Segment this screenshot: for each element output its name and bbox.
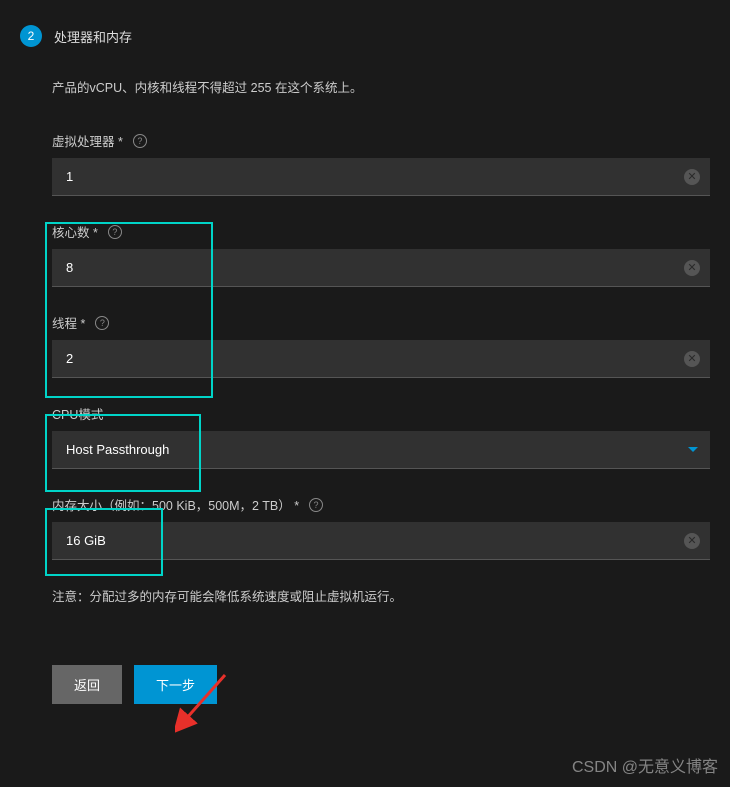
cpu-mode-label: CPU模式 (52, 404, 103, 423)
clear-icon[interactable]: ✕ (684, 533, 700, 549)
step-number-badge: 2 (20, 25, 42, 47)
note-text: 注意：分配过多的内存可能会降低系统速度或阻止虚拟机运行。 (52, 586, 710, 605)
field-memory: 内存大小（例如：500 KiB，500M，2 TB） * ? ✕ (52, 495, 710, 560)
back-button[interactable]: 返回 (52, 665, 122, 704)
clear-icon[interactable]: ✕ (684, 260, 700, 276)
next-button[interactable]: 下一步 (134, 665, 217, 704)
step-header: 2 处理器和内存 (0, 0, 730, 47)
field-cores: 核心数 * ? ✕ (52, 222, 710, 287)
field-vcpu: 虚拟处理器 * ? ✕ (52, 131, 710, 196)
help-icon[interactable]: ? (309, 498, 323, 512)
help-icon[interactable]: ? (95, 316, 109, 330)
watermark-text: CSDN @无意义博客 (572, 753, 718, 777)
step-title: 处理器和内存 (54, 27, 132, 46)
field-cpu-mode: CPU模式 Host Passthrough (52, 404, 710, 469)
help-icon[interactable]: ? (108, 225, 122, 239)
memory-input[interactable] (52, 522, 710, 559)
threads-input[interactable] (52, 340, 710, 377)
cores-label: 核心数 * (52, 222, 98, 241)
vcpu-label: 虚拟处理器 * (52, 131, 123, 150)
clear-icon[interactable]: ✕ (684, 351, 700, 367)
vcpu-input[interactable] (52, 158, 710, 195)
help-icon[interactable]: ? (133, 134, 147, 148)
cpu-mode-select[interactable]: Host Passthrough (52, 431, 710, 469)
cores-input[interactable] (52, 249, 710, 286)
threads-label: 线程 * (52, 313, 85, 332)
button-row: 返回 下一步 (52, 665, 710, 704)
memory-label: 内存大小（例如：500 KiB，500M，2 TB） * (52, 495, 299, 514)
field-threads: 线程 * ? ✕ (52, 313, 710, 378)
clear-icon[interactable]: ✕ (684, 169, 700, 185)
description-text: 产品的vCPU、内核和线程不得超过 255 在这个系统上。 (52, 77, 710, 96)
form-content: 产品的vCPU、内核和线程不得超过 255 在这个系统上。 虚拟处理器 * ? … (0, 47, 730, 724)
cpu-mode-value: Host Passthrough (52, 431, 710, 468)
chevron-down-icon (688, 447, 698, 452)
